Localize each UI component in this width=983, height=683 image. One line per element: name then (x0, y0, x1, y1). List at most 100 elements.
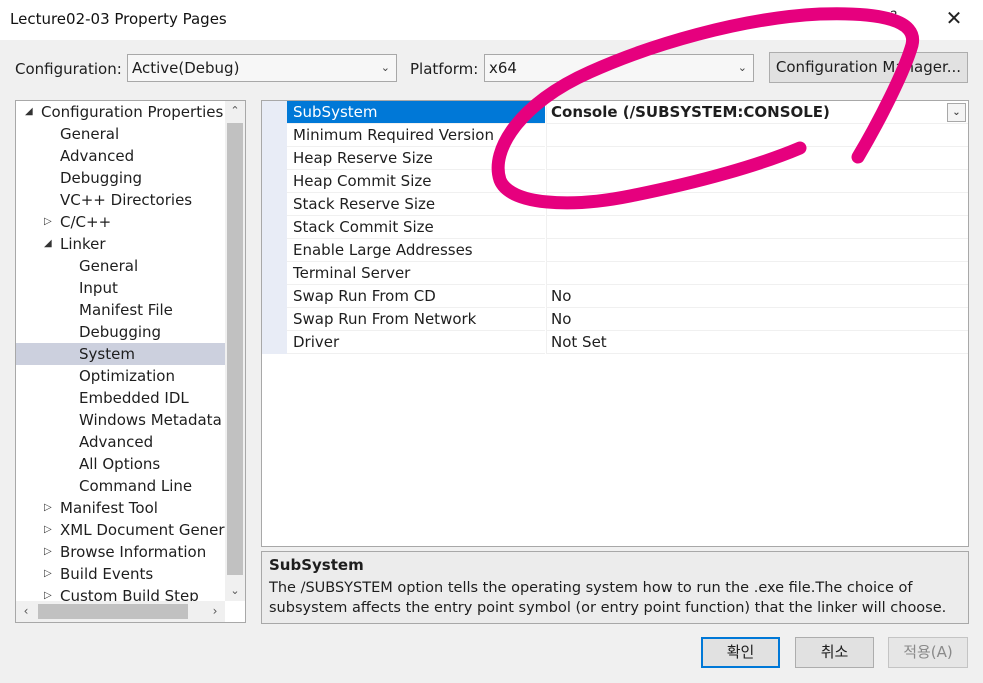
property-tree[interactable]: ◢ Configuration Properties General Advanced… (15, 100, 246, 623)
tree-item[interactable]: Optimization (16, 365, 226, 387)
tree-item[interactable]: ◢ Configuration Properties (16, 101, 226, 123)
expand-triangle-icon[interactable]: ▷ (44, 563, 52, 585)
tree-item[interactable]: Windows Metadata (16, 409, 226, 431)
scroll-thumb[interactable] (227, 123, 243, 575)
tree-item[interactable]: Advanced (16, 145, 226, 167)
tree-item[interactable]: General (16, 255, 226, 277)
tree-item-label: Command Line (79, 477, 193, 495)
tree-vertical-scrollbar[interactable]: ⌃ ⌄ (225, 101, 245, 601)
property-name[interactable]: Heap Commit Size (287, 170, 545, 193)
property-value[interactable] (546, 216, 968, 239)
expand-triangle-icon[interactable]: ▷ (44, 541, 52, 563)
property-value[interactable] (546, 170, 968, 193)
tree-item[interactable]: ▷ Browse Information (16, 541, 226, 563)
configuration-select[interactable]: Active(Debug) ⌄ (127, 54, 397, 82)
tree-item[interactable]: ▷ Custom Build Step (16, 585, 226, 601)
collapse-triangle-icon[interactable]: ◢ (44, 233, 52, 255)
tree-item[interactable]: ▷ C/C++ (16, 211, 226, 233)
expand-triangle-icon[interactable]: ▷ (44, 519, 52, 541)
property-value[interactable]: Not Set (546, 331, 968, 354)
property-value[interactable] (546, 124, 968, 147)
property-name[interactable]: Enable Large Addresses (287, 239, 545, 262)
property-row[interactable]: Stack Commit Size (262, 216, 968, 239)
tree-item[interactable]: Debugging (16, 321, 226, 343)
apply-button[interactable]: 적용(A) (888, 637, 968, 668)
property-row[interactable]: Terminal Server (262, 262, 968, 285)
property-name[interactable]: SubSystem (287, 101, 545, 124)
tree-horizontal-scrollbar[interactable]: ‹ › (16, 601, 225, 622)
scroll-left-icon[interactable]: ‹ (16, 601, 36, 622)
property-grid[interactable]: SubSystem Console (/SUBSYSTEM:CONSOLE) ⌄ Mi… (261, 100, 969, 547)
help-button[interactable]: ? (890, 9, 897, 25)
configuration-label: Configuration: (15, 60, 122, 78)
property-value[interactable]: No (546, 308, 968, 331)
chevron-down-icon: ⌄ (737, 61, 747, 74)
property-name[interactable]: Terminal Server (287, 262, 545, 285)
expand-triangle-icon[interactable]: ▷ (44, 497, 52, 519)
tree-item[interactable]: VC++ Directories (16, 189, 226, 211)
cancel-button[interactable]: 취소 (795, 637, 874, 668)
expand-triangle-icon[interactable]: ▷ (44, 585, 52, 601)
property-row[interactable]: Heap Commit Size (262, 170, 968, 193)
property-row[interactable]: Swap Run From Network No (262, 308, 968, 331)
ok-button[interactable]: 확인 (701, 637, 780, 668)
property-row[interactable]: Heap Reserve Size (262, 147, 968, 170)
tree-item-label: System (79, 345, 135, 363)
tree-item-label: Manifest File (79, 301, 173, 319)
tree-item[interactable]: Manifest File (16, 299, 226, 321)
property-name[interactable]: Driver (287, 331, 545, 354)
configuration-manager-button[interactable]: Configuration Manager... (769, 52, 968, 83)
property-name[interactable]: Stack Reserve Size (287, 193, 545, 216)
scroll-thumb[interactable] (38, 604, 188, 619)
chevron-down-icon[interactable]: ⌄ (947, 103, 966, 122)
scroll-right-icon[interactable]: › (205, 601, 225, 622)
tree-item[interactable]: Command Line (16, 475, 226, 497)
row-gutter (262, 124, 287, 147)
property-value[interactable]: No (546, 285, 968, 308)
scroll-down-icon[interactable]: ⌄ (225, 581, 245, 601)
property-name[interactable]: Stack Commit Size (287, 216, 545, 239)
property-name[interactable]: Swap Run From CD (287, 285, 545, 308)
property-row[interactable]: Driver Not Set (262, 331, 968, 354)
property-row[interactable]: SubSystem Console (/SUBSYSTEM:CONSOLE) ⌄ (262, 101, 968, 124)
scroll-up-icon[interactable]: ⌃ (225, 101, 245, 121)
property-name[interactable]: Minimum Required Version (287, 124, 545, 147)
row-gutter (262, 216, 287, 239)
tree-item[interactable]: ▷ XML Document Generat (16, 519, 226, 541)
property-value[interactable] (546, 193, 968, 216)
platform-select[interactable]: x64 ⌄ (484, 54, 754, 82)
property-value[interactable] (546, 239, 968, 262)
property-row[interactable]: Swap Run From CD No (262, 285, 968, 308)
collapse-triangle-icon[interactable]: ◢ (25, 101, 33, 123)
property-row[interactable]: Minimum Required Version (262, 124, 968, 147)
property-value-text: No (551, 287, 572, 305)
tree-item[interactable]: ▷ Manifest Tool (16, 497, 226, 519)
property-value[interactable] (546, 262, 968, 285)
property-value[interactable]: Console (/SUBSYSTEM:CONSOLE) ⌄ (546, 101, 968, 124)
tree-item[interactable]: All Options (16, 453, 226, 475)
property-row[interactable]: Stack Reserve Size (262, 193, 968, 216)
row-gutter (262, 262, 287, 285)
tree-item[interactable]: Input (16, 277, 226, 299)
description-panel: SubSystem The /SUBSYSTEM option tells th… (261, 551, 969, 624)
tree-item[interactable]: Advanced (16, 431, 226, 453)
tree-item[interactable]: ◢ Linker (16, 233, 226, 255)
property-row[interactable]: Enable Large Addresses (262, 239, 968, 262)
expand-triangle-icon[interactable]: ▷ (44, 211, 52, 233)
row-gutter (262, 193, 287, 216)
tree-item-label: General (60, 125, 120, 143)
tree-item-label: Debugging (79, 323, 162, 341)
tree-item[interactable]: ▷ Build Events (16, 563, 226, 585)
tree-item[interactable]: System (16, 343, 226, 365)
configuration-value: Active(Debug) (132, 59, 240, 77)
tree-item-label: Advanced (60, 147, 135, 165)
close-button[interactable]: ✕ (941, 4, 967, 32)
property-value[interactable] (546, 147, 968, 170)
tree-item[interactable]: Embedded IDL (16, 387, 226, 409)
property-name[interactable]: Heap Reserve Size (287, 147, 545, 170)
tree-item[interactable]: Debugging (16, 167, 226, 189)
property-value-text: Console (/SUBSYSTEM:CONSOLE) (551, 103, 830, 121)
row-gutter (262, 285, 287, 308)
property-name[interactable]: Swap Run From Network (287, 308, 545, 331)
tree-item[interactable]: General (16, 123, 226, 145)
